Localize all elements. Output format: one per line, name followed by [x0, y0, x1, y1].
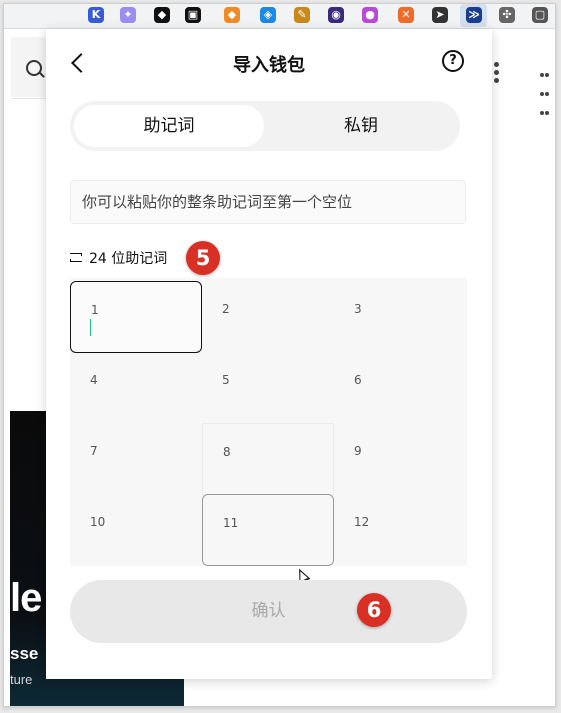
fox-ext-icon[interactable]: ◆: [224, 7, 240, 23]
word-slot-1[interactable]: 1: [70, 281, 202, 353]
mnemonic-word-grid: 1 2 3 4 5 6 7 8 9 10 11 12: [70, 278, 467, 566]
step-badge-5: 5: [186, 241, 220, 275]
word-slot-11[interactable]: 11: [202, 494, 334, 566]
word-count-label: 24 位助记词: [89, 251, 168, 267]
tab-mnemonic[interactable]: 助记词: [74, 105, 264, 147]
more-menu-icon[interactable]: [494, 62, 500, 84]
k-ext-icon[interactable]: K: [88, 7, 104, 23]
word-slot-10[interactable]: 10: [70, 494, 202, 566]
background-hero-headline: le: [10, 576, 42, 620]
word-slot-3[interactable]: 3: [334, 281, 466, 353]
word-slot-8[interactable]: 8: [202, 423, 334, 495]
confirm-button[interactable]: 确认: [70, 580, 467, 643]
popup-header: 导入钱包 ?: [46, 29, 492, 93]
window-ext-icon[interactable]: ▢: [532, 7, 548, 23]
extensions-toolbar: K ✦ ◆ ▣ ◆ ◈ ✎ ◉ ● ✕ ➤ ≫ ✣ ▢: [4, 4, 555, 29]
apps-grid-icon[interactable]: [540, 64, 554, 115]
x-ext-icon[interactable]: ✕: [398, 7, 414, 23]
word-slot-number: 12: [354, 515, 370, 529]
word-slot-number: 1: [91, 303, 99, 317]
word-slot-7[interactable]: 7: [70, 423, 202, 495]
pencil-ext-icon[interactable]: ✎: [294, 7, 310, 23]
hatch-ext-icon[interactable]: ▣: [185, 7, 201, 23]
word-slot-6[interactable]: 6: [334, 352, 466, 424]
word-slot-number: 10: [90, 515, 106, 529]
search-icon[interactable]: [26, 60, 42, 76]
paste-hint-field[interactable]: 你可以粘贴你的整条助记词至第一个空位: [70, 180, 466, 224]
active-ext-icon[interactable]: ≫: [466, 7, 482, 23]
import-method-tabs: 助记词 私钥: [70, 101, 460, 151]
browser-window: K ✦ ◆ ▣ ◆ ◈ ✎ ◉ ● ✕ ➤ ≫ ✣ ▢ le sse ture …: [3, 3, 556, 707]
step-badge-6: 6: [357, 593, 391, 627]
word-slot-4[interactable]: 4: [70, 352, 202, 424]
puzzle-ext-icon[interactable]: ✣: [499, 7, 515, 23]
globe-ext-icon[interactable]: ◉: [328, 7, 344, 23]
tab-private-key[interactable]: 私钥: [266, 105, 456, 147]
bot-ext-icon[interactable]: ●: [362, 7, 378, 23]
background-divider: [11, 98, 47, 99]
chat-ext-icon[interactable]: ◆: [154, 7, 170, 23]
word-slot-2[interactable]: 2: [202, 281, 334, 353]
word-slot-12[interactable]: 12: [334, 494, 466, 566]
word-slot-number: 2: [222, 302, 230, 316]
background-hero-subline: sse: [10, 644, 39, 663]
background-hero-caption: ture: [10, 672, 33, 687]
shield-ext-icon[interactable]: ◈: [260, 7, 276, 23]
send-ext-icon[interactable]: ➤: [432, 7, 448, 23]
word-slot-number: 8: [223, 445, 231, 459]
feather-ext-icon[interactable]: ✦: [120, 7, 136, 23]
word-slot-number: 4: [90, 373, 98, 387]
word-slot-number: 9: [354, 444, 362, 458]
word-slot-number: 11: [223, 516, 239, 530]
word-slot-5[interactable]: 5: [202, 352, 334, 424]
word-slot-9[interactable]: 9: [334, 423, 466, 495]
import-wallet-popup: 导入钱包 ? 助记词 私钥 你可以粘贴你的整条助记词至第一个空位 24 位助记词…: [46, 29, 492, 679]
page-title: 导入钱包: [233, 55, 305, 76]
help-icon[interactable]: ?: [442, 50, 464, 72]
text-caret: [90, 319, 91, 336]
word-count-selector[interactable]: 24 位助记词: [70, 248, 167, 270]
word-slot-number: 7: [90, 444, 98, 458]
word-slot-number: 6: [354, 373, 362, 387]
swap-icon: [70, 252, 84, 264]
word-slot-number: 3: [354, 302, 362, 316]
word-slot-number: 5: [222, 373, 230, 387]
